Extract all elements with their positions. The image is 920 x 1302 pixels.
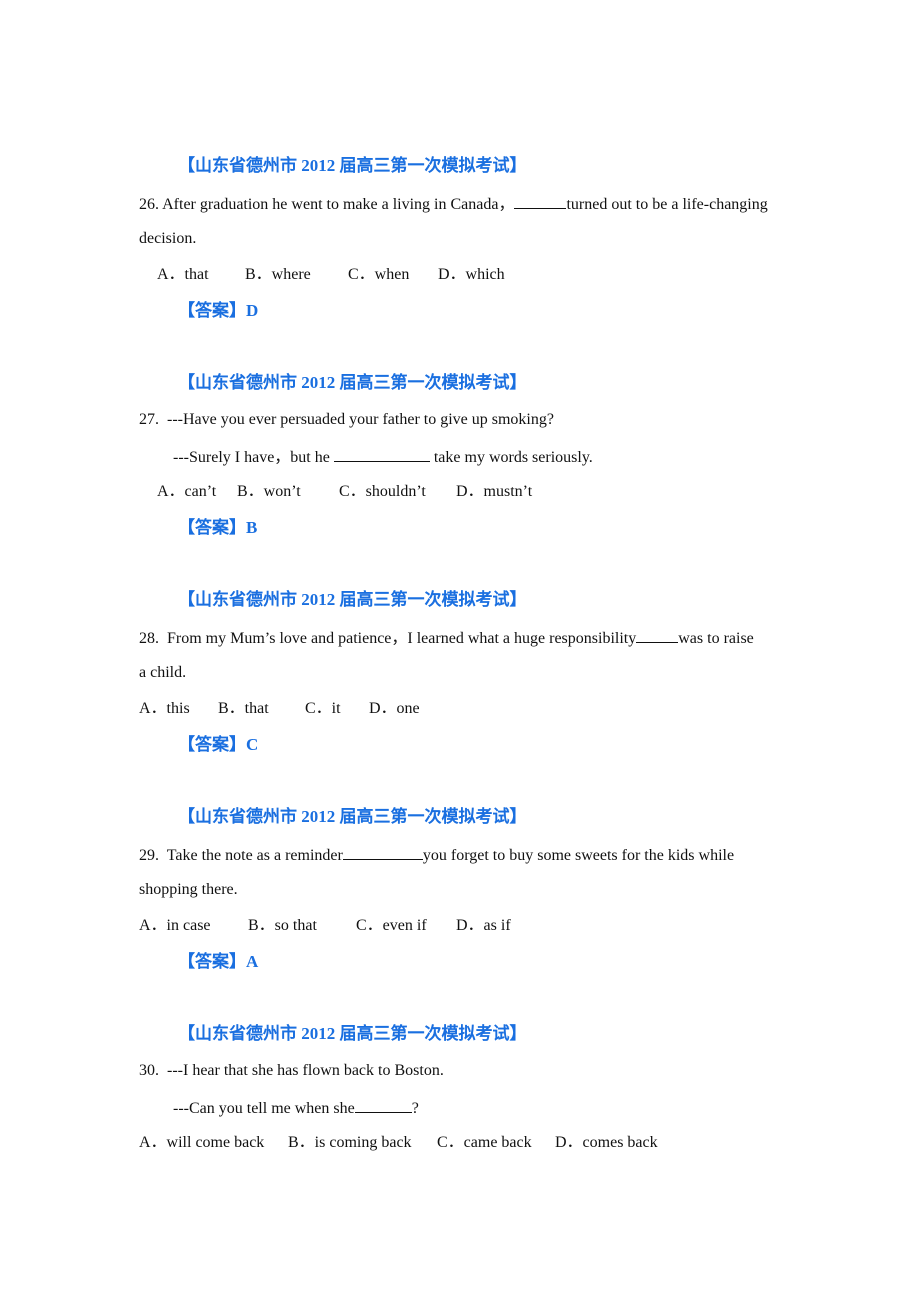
option-d: D．which: [438, 266, 505, 283]
question-text: turned out to be a life-changing: [566, 196, 768, 213]
question-28-text-cont: a child.: [139, 664, 187, 681]
option-d: D．mustn’t: [456, 483, 533, 500]
answer-label: 【答案】: [178, 301, 246, 320]
option-c: C．it: [305, 700, 341, 717]
option-d: D．one: [369, 700, 420, 717]
answer-blank: [636, 627, 679, 643]
option-a: A．that: [157, 266, 209, 283]
question-source-header: 【山东省德州市 2012 届高三第一次模拟考试】: [178, 590, 527, 609]
option-b: B．that: [218, 700, 269, 717]
option-c: C．shouldn’t: [339, 483, 426, 500]
option-a: A．can’t: [157, 483, 217, 500]
answer-line: 【答案】C: [178, 735, 258, 755]
answer-blank: [342, 844, 423, 860]
question-source-header: 【山东省德州市 2012 届高三第一次模拟考试】: [178, 807, 527, 826]
option-b: B．won’t: [237, 483, 301, 500]
question-text: Take the note as a reminder: [166, 847, 343, 864]
question-text: was to raise: [678, 630, 754, 647]
question-text: After graduation he went to make a livin…: [162, 196, 515, 213]
question-29-text: 29. Take the note as a reminder you forge…: [139, 844, 734, 866]
answer-blank: [354, 1097, 412, 1113]
question-27-options: A．can’t B．won’t C．shouldn’t D．mustn’t: [157, 482, 532, 502]
question-source-header: 【山东省德州市 2012 届高三第一次模拟考试】: [178, 373, 527, 392]
option-d: D．as if: [456, 917, 511, 934]
question-text: take my words seriously.: [429, 449, 593, 466]
question-number: 27.: [139, 411, 159, 428]
question-number: 26.: [139, 196, 159, 213]
option-a: A．in case: [139, 917, 211, 934]
answer-value: B: [246, 518, 258, 537]
option-c: C．when: [348, 266, 410, 283]
question-source-header: 【山东省德州市 2012 届高三第一次模拟考试】: [178, 156, 527, 175]
answer-label: 【答案】: [178, 518, 246, 537]
option-b: B．where: [245, 266, 311, 283]
question-29-options: A．in case B．so that C．even if D．as if: [139, 916, 511, 936]
answer-line: 【答案】B: [178, 518, 257, 538]
question-text: ---Have you ever persuaded your father t…: [167, 411, 554, 428]
question-26-options: A．that B．where C．when D．which: [157, 265, 505, 285]
answer-blank: [333, 446, 430, 462]
question-number: 30.: [139, 1062, 159, 1079]
answer-value: A: [246, 952, 259, 971]
question-30-text: 30. ---I hear that she has flown back to…: [139, 1061, 444, 1081]
answer-blank: [514, 193, 567, 209]
answer-line: 【答案】A: [178, 952, 258, 972]
question-text: ---Surely I have，but he: [173, 449, 334, 466]
question-29-text-cont: shopping there.: [139, 881, 238, 898]
question-text: you forget to buy some sweets for the ki…: [422, 847, 735, 864]
option-b: B．so that: [248, 917, 317, 934]
question-text: From my Mum’s love and patience，I learne…: [167, 630, 637, 647]
answer-value: D: [246, 301, 259, 320]
question-number: 28.: [139, 630, 159, 647]
question-text: ---Can you tell me when she: [173, 1100, 355, 1117]
answer-label: 【答案】: [178, 952, 246, 971]
question-26-text-cont: decision.: [139, 230, 197, 247]
question-27-text: 27. ---Have you ever persuaded your fath…: [139, 410, 554, 430]
option-c: C．came back: [437, 1134, 532, 1151]
answer-label: 【答案】: [178, 735, 246, 754]
option-c: C．even if: [356, 917, 427, 934]
option-a: A．will come back: [139, 1134, 265, 1151]
question-27-text-cont: ---Surely I have，but he take my words se…: [173, 446, 593, 468]
question-text: ---I hear that she has flown back to Bos…: [167, 1062, 444, 1079]
option-d: D．comes back: [555, 1134, 658, 1151]
option-b: B．is coming back: [288, 1134, 412, 1151]
option-a: A．this: [139, 700, 190, 717]
question-source-header: 【山东省德州市 2012 届高三第一次模拟考试】: [178, 1024, 527, 1043]
question-28-options: A．this B．that C．it D．one: [139, 699, 420, 719]
question-30-options: A．will come back B．is coming back C．came b…: [139, 1133, 658, 1153]
question-number: 29.: [139, 847, 159, 864]
question-26-text: 26. After graduation he went to make a l…: [139, 193, 768, 215]
question-text: ?: [411, 1100, 419, 1117]
question-30-text-cont: ---Can you tell me when she?: [173, 1097, 419, 1119]
question-28-text: 28. From my Mum’s love and patience，I le…: [139, 627, 754, 649]
answer-value: C: [246, 735, 259, 754]
answer-line: 【答案】D: [178, 301, 258, 321]
